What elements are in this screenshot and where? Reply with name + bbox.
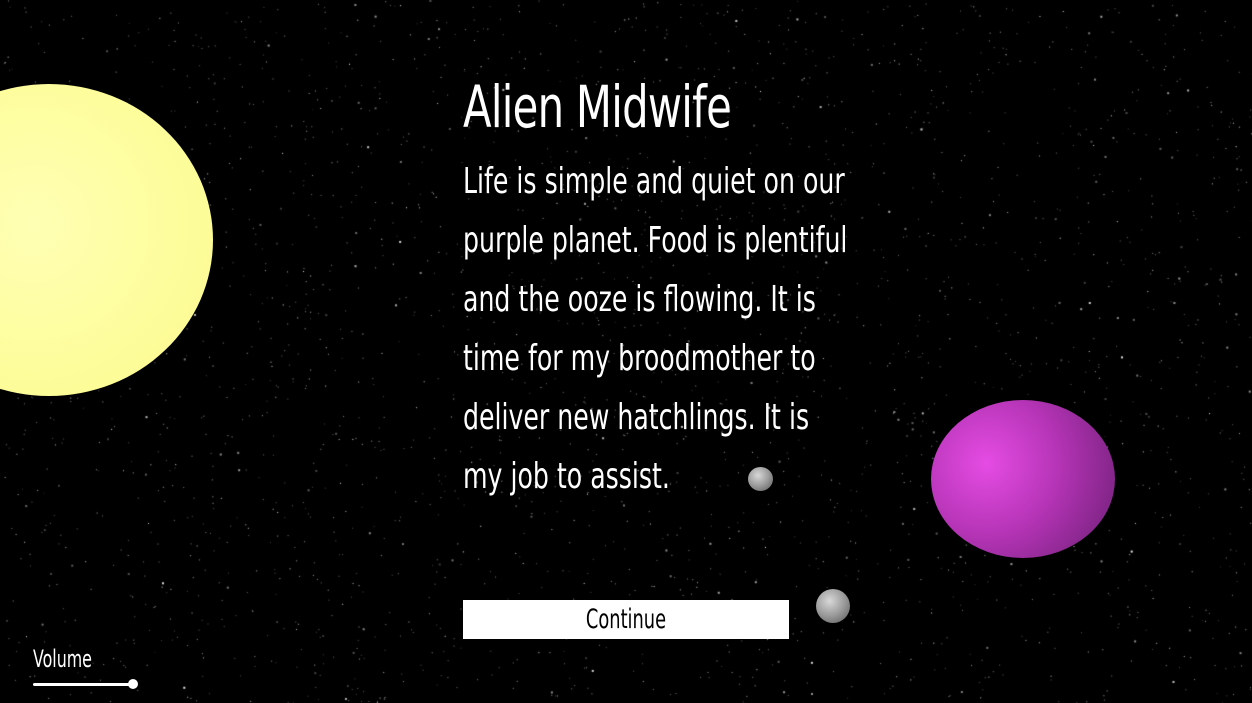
story-text: Life is simple and quiet on our purple p… bbox=[463, 152, 848, 506]
story-line: time for my broodmother to bbox=[463, 338, 816, 379]
story-line: Life is simple and quiet on our bbox=[463, 161, 845, 202]
story-line: my job to assist. bbox=[463, 456, 670, 497]
game-scene: Alien Midwife Life is simple and quiet o… bbox=[0, 0, 1252, 703]
story-title: Alien Midwife bbox=[463, 73, 732, 141]
story-line: deliver new hatchlings. It is bbox=[463, 397, 810, 438]
continue-button-label: Continue bbox=[585, 604, 667, 635]
large-moon bbox=[816, 589, 850, 623]
volume-slider-track[interactable] bbox=[33, 683, 133, 686]
continue-button[interactable]: Continue bbox=[463, 600, 789, 639]
story-line: purple planet. Food is plentiful bbox=[463, 220, 848, 261]
purple-planet bbox=[931, 400, 1115, 558]
volume-slider[interactable] bbox=[33, 678, 138, 692]
story-line: and the ooze is flowing. It is bbox=[463, 279, 816, 320]
volume-slider-thumb[interactable] bbox=[128, 679, 138, 689]
volume-label: Volume bbox=[33, 645, 92, 673]
